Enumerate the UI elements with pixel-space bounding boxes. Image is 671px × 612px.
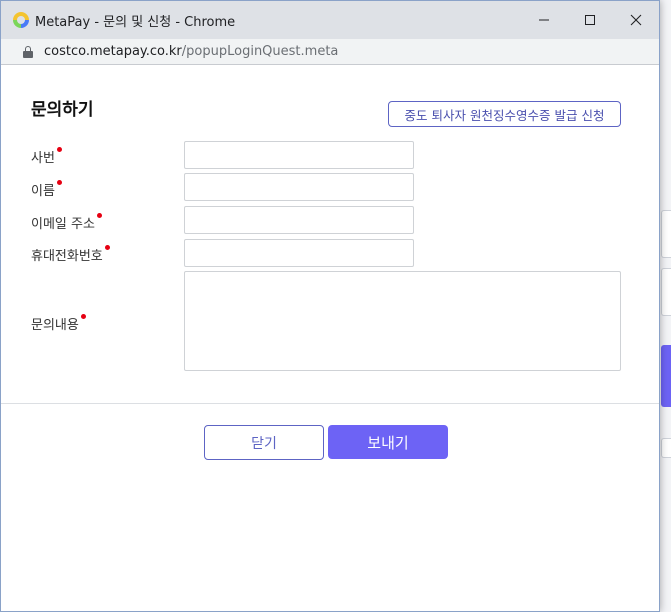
popup-content: 문의하기 중도 퇴사자 원천징수영수증 발급 신청 사번 이름 이메일 주소 휴… xyxy=(1,65,659,611)
address-bar[interactable]: costco.metapay.co.kr/popupLoginQuest.met… xyxy=(1,39,659,65)
required-marker xyxy=(80,314,86,319)
name-input[interactable] xyxy=(184,173,414,201)
phone-label: 휴대전화번호 xyxy=(31,245,110,264)
background-tab xyxy=(661,268,671,316)
email-input[interactable] xyxy=(184,206,414,234)
inquiry-label: 문의내용 xyxy=(31,314,86,333)
inquiry-textarea[interactable] xyxy=(184,271,621,371)
field-label: 문의내용 xyxy=(31,318,79,333)
field-label: 휴대전화번호 xyxy=(31,249,103,264)
maximize-icon xyxy=(585,15,595,25)
name-label: 이름 xyxy=(31,180,62,199)
email-label: 이메일 주소 xyxy=(31,213,102,232)
required-marker xyxy=(96,213,102,218)
url-path: /popupLoginQuest.meta xyxy=(181,44,339,59)
minimize-button[interactable] xyxy=(521,1,567,39)
send-button[interactable]: 보내기 xyxy=(328,425,448,459)
chrome-app-icon xyxy=(13,12,29,28)
close-icon xyxy=(630,14,642,26)
background-tab xyxy=(661,438,671,458)
required-marker xyxy=(56,180,62,185)
minimize-icon xyxy=(539,19,549,21)
maximize-button[interactable] xyxy=(567,1,613,39)
close-window-button[interactable] xyxy=(613,1,659,39)
close-button[interactable]: 닫기 xyxy=(204,425,324,460)
background-tab xyxy=(661,345,671,407)
divider xyxy=(1,403,659,404)
phone-input[interactable] xyxy=(184,239,414,267)
field-label: 사번 xyxy=(31,151,55,166)
withholding-receipt-request-button[interactable]: 중도 퇴사자 원천징수영수증 발급 신청 xyxy=(388,101,621,127)
required-marker xyxy=(104,245,110,250)
page-title: 문의하기 xyxy=(31,100,94,120)
browser-window: MetaPay - 문의 및 신청 - Chrome costco.metapa… xyxy=(0,0,660,612)
background-tab xyxy=(661,210,671,258)
employee-id-label: 사번 xyxy=(31,147,62,166)
url-host: costco.metapay.co.kr xyxy=(44,44,182,59)
window-title: MetaPay - 문의 및 신청 - Chrome xyxy=(35,14,236,30)
field-label: 이메일 주소 xyxy=(31,217,95,232)
employee-id-input[interactable] xyxy=(184,141,414,169)
window-controls xyxy=(521,1,659,39)
field-label: 이름 xyxy=(31,184,55,199)
title-bar: MetaPay - 문의 및 신청 - Chrome xyxy=(1,1,659,39)
url-text[interactable]: costco.metapay.co.kr/popupLoginQuest.met… xyxy=(44,44,338,59)
required-marker xyxy=(56,147,62,152)
lock-icon[interactable] xyxy=(23,45,33,58)
